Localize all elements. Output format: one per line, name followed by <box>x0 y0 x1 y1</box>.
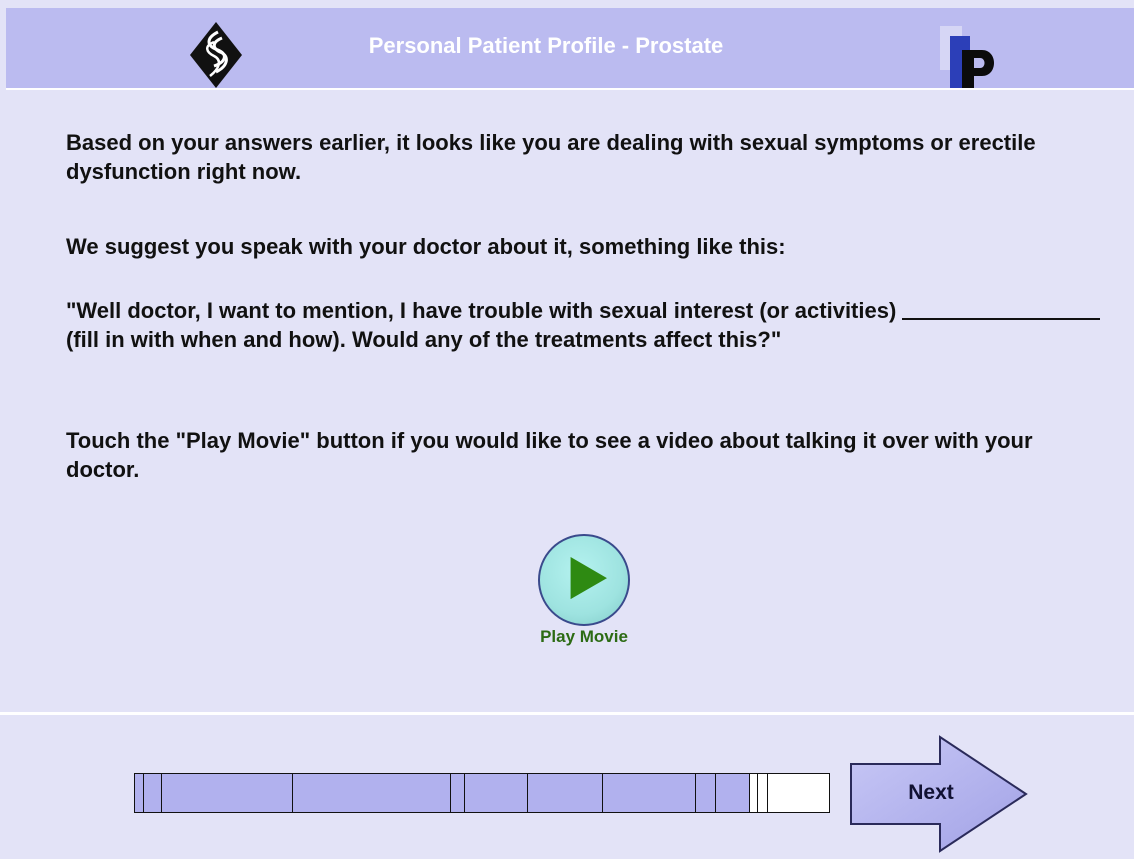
header-divider <box>6 88 1134 90</box>
app-window: Personal Patient Profile - Prostate Base… <box>0 0 1134 859</box>
play-movie-label[interactable]: Play Movie <box>514 626 654 648</box>
intro-paragraph: Based on your answers earlier, it looks … <box>66 130 1036 184</box>
progress-fill <box>135 774 750 812</box>
footer-divider <box>0 712 1134 715</box>
play-movie-instruction: Touch the "Play Movie" button if you wou… <box>66 428 1033 482</box>
next-button[interactable]: Next <box>848 734 1030 854</box>
p-letter-logo-icon <box>940 26 994 88</box>
next-button-label: Next <box>908 781 954 804</box>
play-icon <box>570 557 607 600</box>
example-quote-paragraph: "Well doctor, I want to mention, I have … <box>66 296 1118 354</box>
play-movie-button[interactable] <box>538 534 630 626</box>
header-bar: Personal Patient Profile - Prostate <box>6 8 1134 88</box>
quote-start-text: "Well doctor, I want to mention, I have … <box>66 298 897 323</box>
progress-bar <box>134 773 830 813</box>
fill-in-blank <box>902 296 1101 320</box>
quote-end-text: (fill in with when and how). Would any o… <box>66 327 782 352</box>
diamond-swirl-logo-icon <box>190 22 242 88</box>
app-title: Personal Patient Profile - Prostate <box>368 33 724 58</box>
suggestion-paragraph: We suggest you speak with your doctor ab… <box>66 234 786 259</box>
